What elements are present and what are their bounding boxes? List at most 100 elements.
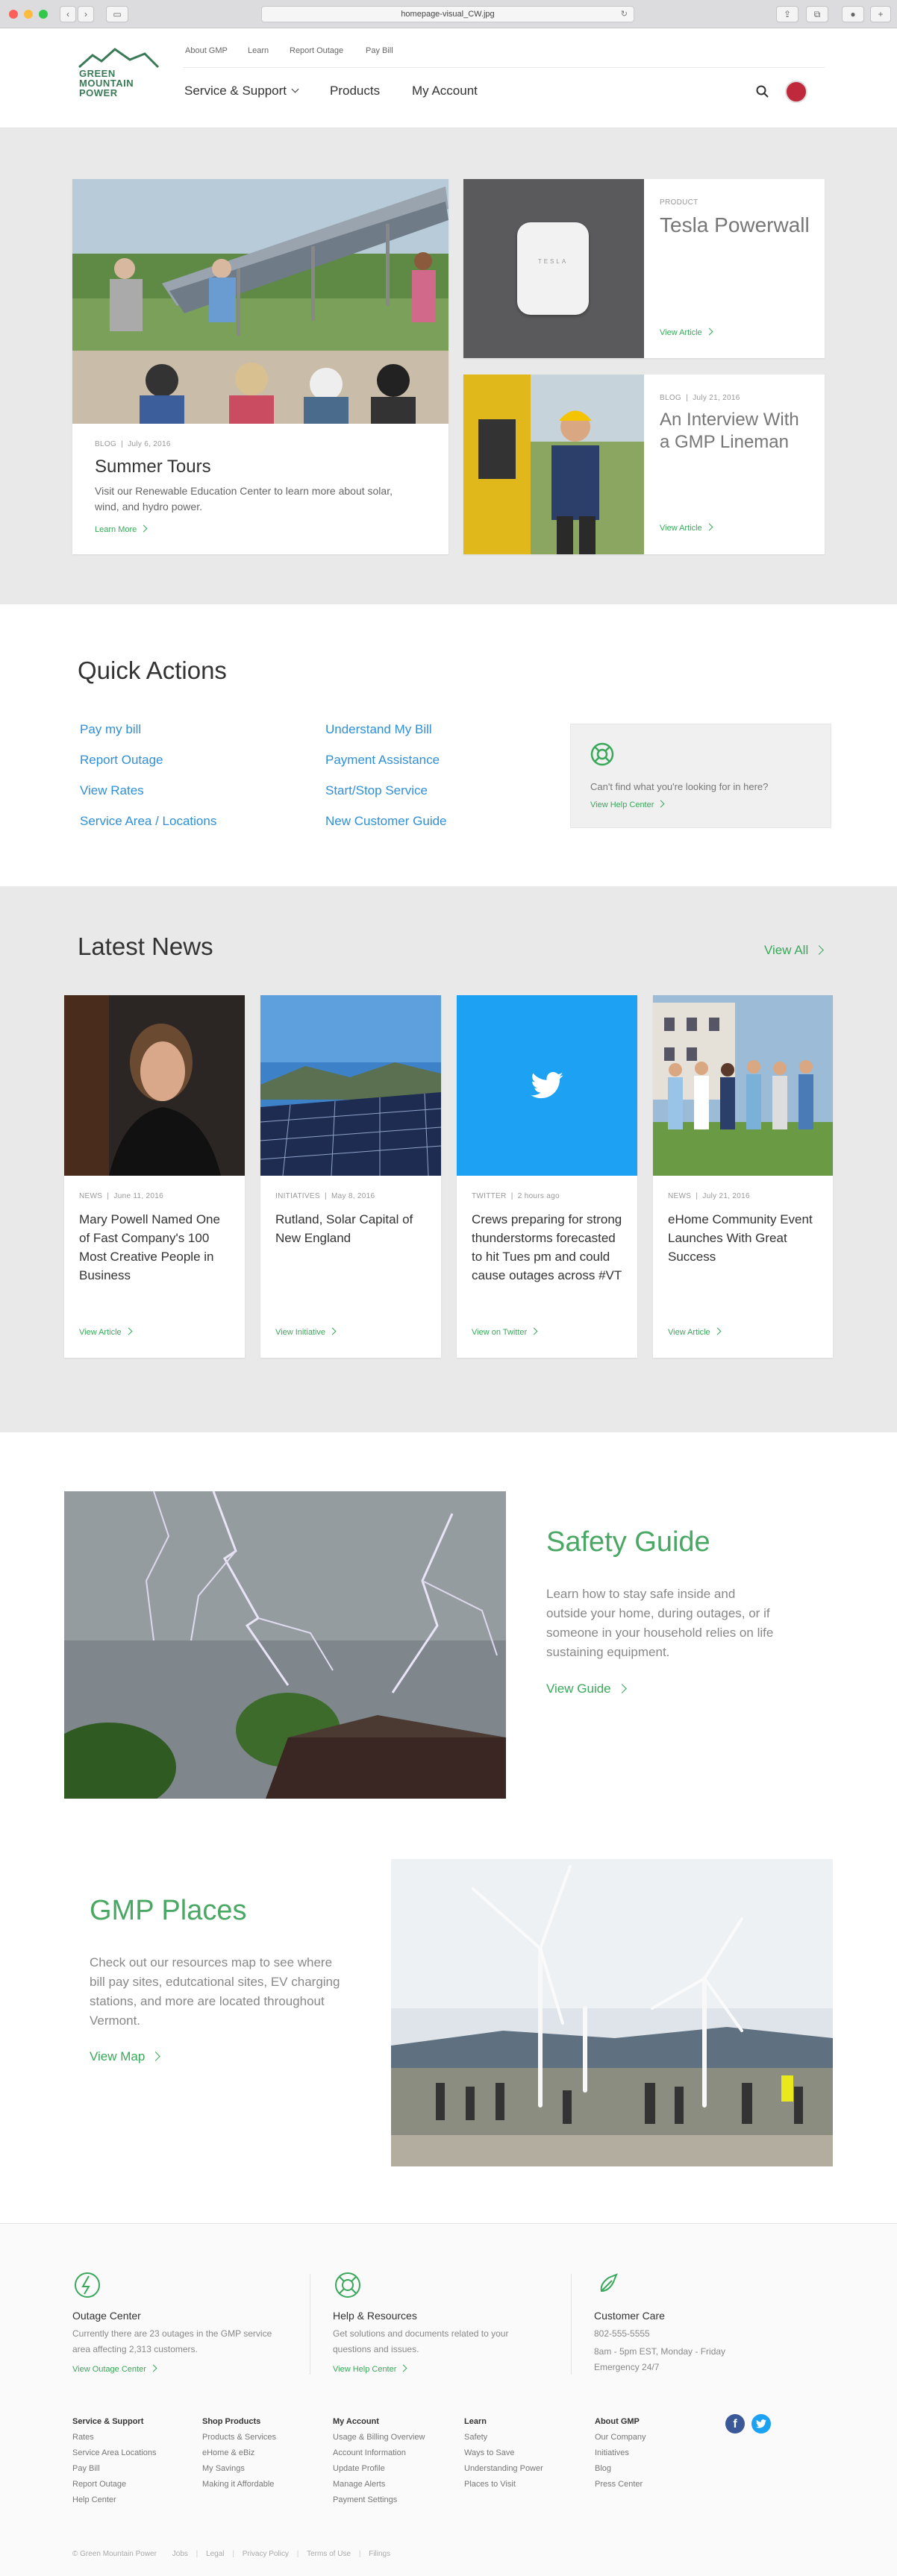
footer-link[interactable]: Help Center [72,2492,157,2508]
customer-care-phone[interactable]: 802-555-5555 [594,2326,650,2342]
footer-view-help-center-link[interactable]: View Help Center [333,2364,407,2374]
tabs-icon[interactable]: ⧉ [806,6,828,22]
news-card-1[interactable]: NEWS | June 11, 2016 Mary Powell Named O… [64,995,245,1358]
facebook-icon[interactable]: f [725,2414,745,2434]
view-outage-center-link[interactable]: View Outage Center [72,2364,157,2374]
footer-bottom-terms[interactable]: Terms of Use [307,2550,351,2558]
util-nav-learn[interactable]: Learn [248,46,269,55]
footer-link[interactable]: eHome & eBiz [202,2445,276,2461]
reload-icon[interactable]: ↻ [621,7,628,22]
view-guide-link[interactable]: View Guide [546,1682,627,1696]
lineman-view-article-link[interactable]: View Article [660,523,713,533]
qa-view-rates[interactable]: View Rates [80,783,144,798]
tesla-meta: PRODUCT [660,198,698,207]
footer-link[interactable]: Report Outage [72,2477,157,2492]
lightning-storm-image [64,1491,506,1799]
footer-link[interactable]: Our Company [595,2430,646,2445]
sidebar-icon[interactable]: ▭ [106,6,128,22]
news3-title: Crews preparing for strong thunderstorms… [472,1212,622,1282]
downloads-icon[interactable]: ● [842,6,864,22]
news3-link[interactable]: View on Twitter [472,1327,538,1337]
footer-bottom-privacy[interactable]: Privacy Policy [243,2550,289,2558]
nav-products[interactable]: Products [330,84,380,98]
news-card-4[interactable]: NEWS | July 21, 2016 eHome Community Eve… [653,995,833,1358]
gmp-logo[interactable]: GREEN MOUNTAIN POWER [78,46,167,101]
chevron-right-icon [151,2052,161,2061]
share-icon[interactable]: ⇪ [776,6,798,22]
address-bar[interactable]: homepage-visual_CW.jpg ↻ [261,6,634,22]
news-card-3[interactable]: TWITTER | 2 hours ago Crews preparing fo… [457,995,637,1358]
footer-link[interactable]: Account Information [333,2445,425,2461]
qa-new-customer-guide[interactable]: New Customer Guide [325,814,447,829]
footer-col-learn: Learn Safety Ways to Save Understanding … [464,2414,543,2492]
footer-link[interactable]: Update Profile [333,2461,425,2477]
qa-service-area[interactable]: Service Area / Locations [80,814,216,829]
footer-link[interactable]: Places to Visit [464,2477,543,2492]
customer-care-icon [600,2273,618,2293]
forward-icon[interactable]: › [78,6,94,22]
news3-type: TWITTER [472,1192,507,1200]
chevron-right-icon [399,2364,407,2372]
news3-link-label: View on Twitter [472,1328,528,1337]
tesla-view-article-link[interactable]: View Article [660,328,713,337]
news1-link[interactable]: View Article [79,1327,133,1337]
news-card-2[interactable]: INITIATIVES | May 8, 2016 Rutland, Solar… [260,995,441,1358]
wind-turbines-image [391,1859,833,2166]
chevron-right-icon [328,1327,337,1335]
back-icon[interactable]: ‹ [60,6,76,22]
news4-meta: NEWS | July 21, 2016 [668,1192,750,1200]
footer-link[interactable]: My Savings [202,2461,276,2477]
qa-pay-my-bill[interactable]: Pay my bill [80,722,141,737]
nav-service-support[interactable]: Service & Support [184,84,299,98]
outage-center-title: Outage Center [72,2310,141,2322]
summer-tours-learn-more-link[interactable]: Learn More [95,524,148,534]
footer-link[interactable]: Usage & Billing Overview [333,2430,425,2445]
util-nav-report-outage[interactable]: Report Outage [290,46,343,55]
news4-link-label: View Article [668,1328,710,1337]
minimize-window-button[interactable] [24,10,33,19]
footer-bottom-filings[interactable]: Filings [369,2550,390,2558]
view-all-news-link[interactable]: View All [764,943,825,958]
lineman-meta-date: July 21, 2016 [693,394,740,402]
footer-link[interactable]: Press Center [595,2477,646,2492]
footer-link[interactable]: Products & Services [202,2430,276,2445]
avatar[interactable] [785,81,807,103]
util-nav-pay-bill[interactable]: Pay Bill [366,46,393,55]
footer-link[interactable]: Ways to Save [464,2445,543,2461]
nav-my-account[interactable]: My Account [412,84,478,98]
help-center-link-label: View Help Center [590,800,654,809]
footer-link[interactable]: Pay Bill [72,2461,157,2477]
footer-link[interactable]: Initiatives [595,2445,646,2461]
footer-link[interactable]: Safety [464,2430,543,2445]
qa-report-outage[interactable]: Report Outage [80,753,163,768]
chevron-right-icon [705,523,713,531]
footer-link[interactable]: Payment Settings [333,2492,425,2508]
lineman-image [463,375,644,554]
news4-date: July 21, 2016 [702,1192,750,1200]
util-nav-about[interactable]: About GMP [185,46,228,55]
qa-payment-assistance[interactable]: Payment Assistance [325,753,440,768]
search-icon[interactable] [756,85,769,102]
news2-link[interactable]: View Initiative [275,1327,337,1337]
footer-bottom-jobs[interactable]: Jobs [172,2550,188,2558]
twitter-icon[interactable] [751,2414,771,2434]
featured-card-tesla-powerwall[interactable]: TESLA PRODUCT Tesla Powerwall View Artic… [463,179,825,358]
featured-card-summer-tours[interactable]: BLOG | July 6, 2016 Summer Tours Visit o… [72,179,448,554]
footer-link[interactable]: Making it Affordable [202,2477,276,2492]
help-center-link[interactable]: View Help Center [590,800,665,809]
footer-link[interactable]: Understanding Power [464,2461,543,2477]
footer-link[interactable]: Manage Alerts [333,2477,425,2492]
zoom-window-button[interactable] [39,10,48,19]
view-map-link[interactable]: View Map [90,2049,161,2064]
footer-link[interactable]: Blog [595,2461,646,2477]
qa-understand-bill[interactable]: Understand My Bill [325,722,432,737]
footer-link[interactable]: Service Area Locations [72,2445,157,2461]
footer-link[interactable]: Rates [72,2430,157,2445]
new-tab-icon[interactable]: + [870,6,891,22]
featured-card-lineman[interactable]: BLOG | July 21, 2016 An Interview With a… [463,375,825,554]
news4-link[interactable]: View Article [668,1327,722,1337]
footer-bottom-legal[interactable]: Legal [206,2550,224,2558]
qa-start-stop-service[interactable]: Start/Stop Service [325,783,428,798]
logo-text-line3: POWER [79,87,118,98]
close-window-button[interactable] [9,10,18,19]
